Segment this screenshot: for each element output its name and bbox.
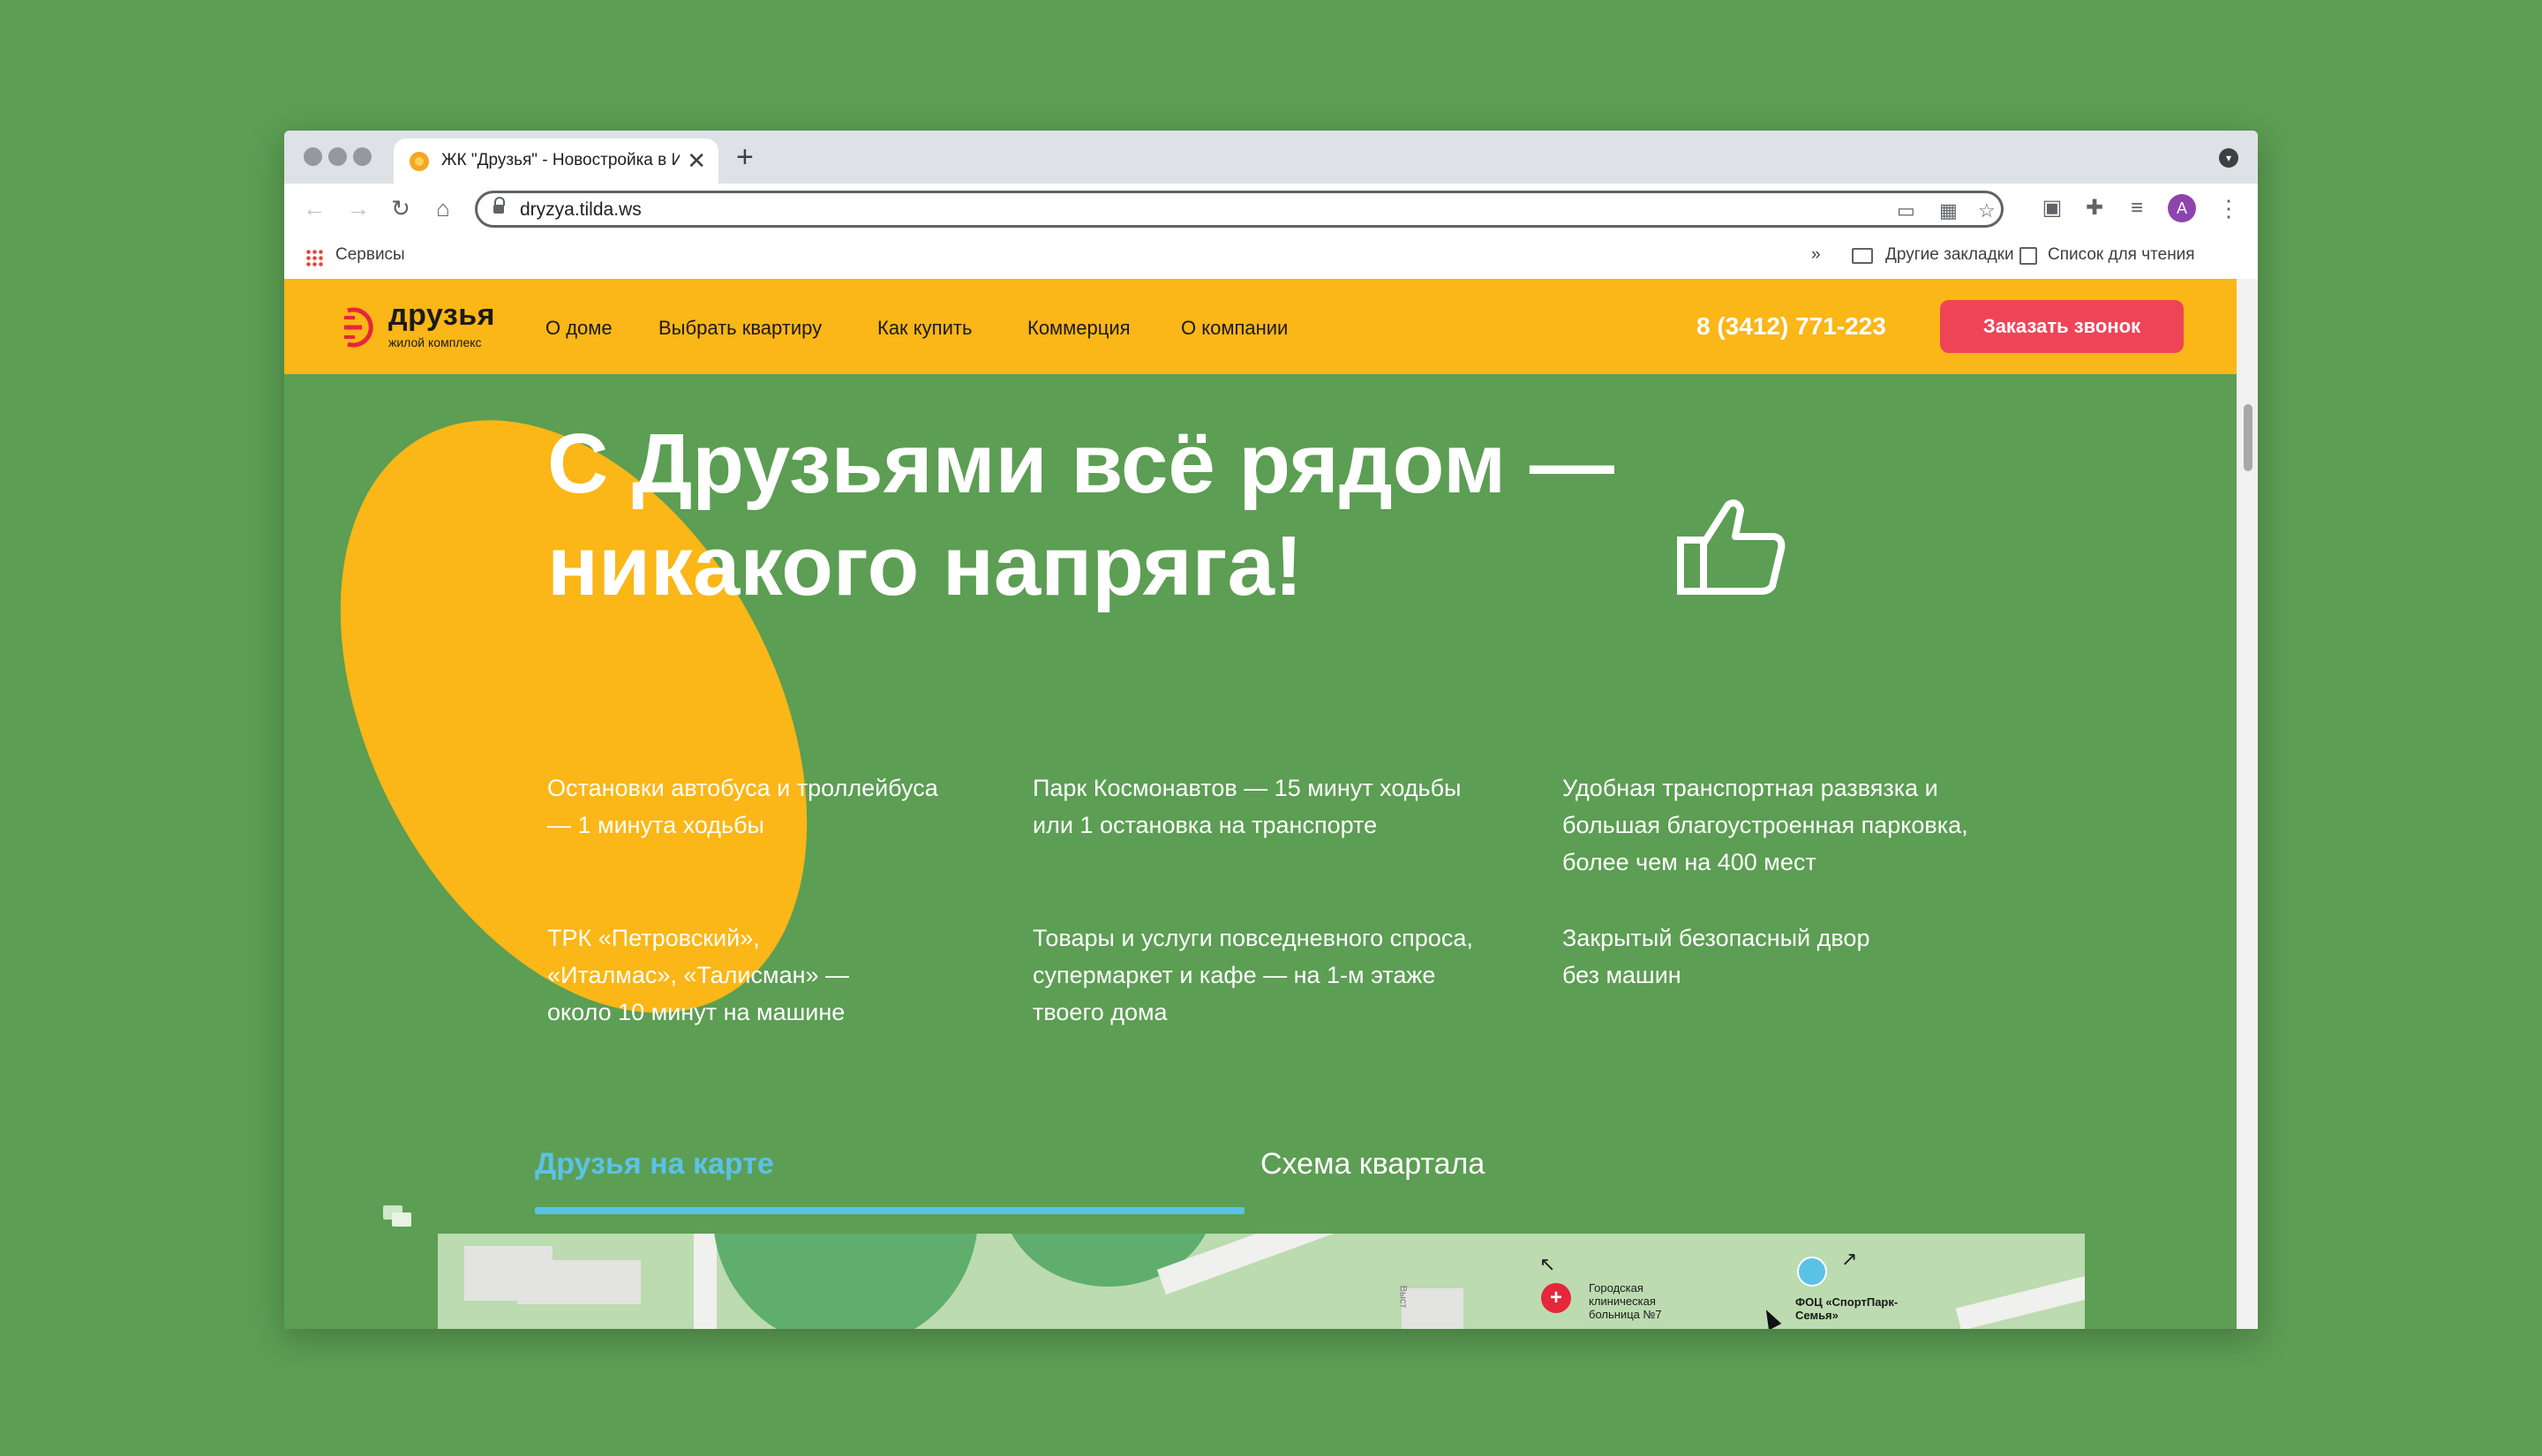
bookmarks-bar: Сервисы » Другие закладки Список для чте… bbox=[284, 233, 2258, 280]
bookmark-reading-list[interactable]: Список для чтения bbox=[2048, 245, 2195, 265]
map-street-label: Выст bbox=[1397, 1285, 1409, 1309]
tab-close-icon[interactable]: ✕ bbox=[687, 147, 706, 174]
address-bar[interactable]: dryzya.tilda.ws ▭ ▦ ☆ bbox=[475, 191, 2004, 228]
apps-grid-icon[interactable] bbox=[305, 249, 323, 266]
feature-line: около 10 минут на машине bbox=[547, 999, 846, 1025]
feature-line: — 1 минута ходьбы bbox=[547, 812, 764, 838]
lock-icon[interactable] bbox=[493, 197, 505, 214]
scrollbar-thumb[interactable] bbox=[2244, 404, 2252, 471]
map-park bbox=[713, 1234, 978, 1329]
nav-item-about-house[interactable]: О доме bbox=[545, 317, 613, 340]
feature-line: Остановки автобуса и троллейбуса bbox=[547, 775, 938, 801]
cast-icon[interactable]: ▭ bbox=[1897, 199, 1915, 222]
feature-line: Закрытый безопасный двор bbox=[1562, 925, 1870, 951]
hospital-icon[interactable]: + bbox=[1541, 1283, 1571, 1313]
profile-avatar[interactable]: A bbox=[2168, 194, 2196, 222]
feature-line: ТРК «Петровский», bbox=[547, 925, 760, 951]
location-map[interactable]: Выст ↖ + Городская клиническая больница … bbox=[438, 1234, 2085, 1329]
feature-line: «Италмас», «Талисман» — bbox=[547, 962, 850, 988]
nav-item-how-to-buy[interactable]: Как купить bbox=[877, 317, 972, 340]
sport-center-label: ФОЦ «СпортПарк- Семья» bbox=[1795, 1295, 1898, 1322]
feature-line: большая благоустроенная парковка, bbox=[1562, 812, 1968, 838]
nav-item-commerce[interactable]: Коммерция bbox=[1027, 317, 1131, 340]
reading-list-icon bbox=[2019, 247, 2037, 265]
feature-line: или 1 остановка на транспорте bbox=[1033, 812, 1378, 838]
nav-item-about-company[interactable]: О компании bbox=[1181, 317, 1288, 340]
tab-title: ЖК "Друзья" - Новостройка в Ижевске bbox=[441, 151, 680, 169]
page-scrollbar[interactable] bbox=[2237, 279, 2258, 1329]
feature-line: Товары и услуги повседневного спроса, bbox=[1033, 925, 1473, 951]
folder-icon bbox=[1852, 248, 1873, 264]
bookmarks-overflow-icon[interactable]: » bbox=[1811, 245, 1821, 265]
active-tab-underline bbox=[535, 1207, 1245, 1214]
window-minimize-dot[interactable] bbox=[328, 147, 347, 166]
forward-icon[interactable]: → bbox=[342, 192, 374, 224]
map-road bbox=[1156, 1234, 1515, 1295]
thumbs-up-icon bbox=[1677, 499, 1786, 595]
phone-number[interactable]: 8 (3412) 771-223 bbox=[1696, 312, 1886, 341]
browser-tab[interactable]: ЖК "Друзья" - Новостройка в Ижевске ✕ bbox=[394, 139, 718, 184]
label-line: Городская bbox=[1589, 1281, 1643, 1295]
hospital-label: Городская клиническая больница №7 bbox=[1589, 1281, 1662, 1321]
chat-widget-icon[interactable] bbox=[381, 1204, 413, 1230]
arrow-up-right-icon: ↗ bbox=[1841, 1248, 1858, 1270]
feature-line: без машин bbox=[1562, 962, 1681, 988]
logo-subtitle: жилой комплекс bbox=[388, 335, 482, 349]
browser-menu-icon[interactable]: ⋮ bbox=[2217, 192, 2240, 224]
media-control-icon[interactable]: ≡ bbox=[2122, 192, 2152, 224]
bookmark-other[interactable]: Другие закладки bbox=[1885, 245, 2014, 265]
feature-line: Парк Космонавтов — 15 минут ходьбы bbox=[1033, 775, 1462, 801]
label-line: больница №7 bbox=[1589, 1308, 1662, 1321]
map-building bbox=[517, 1260, 641, 1304]
tab-strip: ЖК "Друзья" - Новостройка в Ижевске ✕ + … bbox=[284, 131, 2258, 184]
favicon-icon bbox=[410, 152, 429, 171]
feature-shops: Товары и услуги повседневного спроса, су… bbox=[1033, 919, 1509, 1031]
extension-app-icon[interactable]: ▣ bbox=[2037, 192, 2067, 224]
reload-icon[interactable]: ↻ bbox=[385, 192, 417, 224]
nav-item-choose-apartment[interactable]: Выбрать квартиру bbox=[658, 317, 822, 340]
feature-bus-stop: Остановки автобуса и троллейбуса — 1 мин… bbox=[547, 769, 1024, 844]
tab-block-scheme[interactable]: Схема квартала bbox=[1260, 1147, 1485, 1182]
feature-line: более чем на 400 мест bbox=[1562, 849, 1816, 875]
browser-window: ЖК "Друзья" - Новостройка в Ижевске ✕ + … bbox=[284, 131, 2258, 1329]
bookmark-apps[interactable]: Сервисы bbox=[335, 245, 405, 265]
feature-line: супермаркет и кафе — на 1-м этаже bbox=[1033, 962, 1436, 988]
tab-friends-on-map[interactable]: Друзья на карте bbox=[535, 1147, 774, 1182]
feature-park: Парк Космонавтов — 15 минут ходьбы или 1… bbox=[1033, 769, 1509, 844]
label-line: Семья» bbox=[1795, 1309, 1839, 1322]
page-viewport: друзья жилой комплекс О доме Выбрать ква… bbox=[284, 279, 2237, 1329]
new-tab-icon[interactable]: + bbox=[736, 139, 754, 175]
back-icon[interactable]: ← bbox=[298, 192, 330, 224]
map-building bbox=[1402, 1288, 1463, 1329]
feature-line: твоего дома bbox=[1033, 999, 1168, 1025]
feature-malls: ТРК «Петровский», «Италмас», «Талисман» … bbox=[547, 919, 1024, 1031]
arrow-up-left-icon: ↖ bbox=[1539, 1253, 1556, 1275]
bookmark-star-icon[interactable]: ☆ bbox=[1978, 199, 1996, 222]
logo-mark-icon bbox=[344, 307, 373, 348]
home-icon[interactable]: ⌂ bbox=[427, 192, 459, 224]
map-road bbox=[694, 1234, 717, 1329]
browser-toolbar: ← → ↻ ⌂ dryzya.tilda.ws ▭ ▦ ☆ ▣ ✚ ≡ A ⋮ bbox=[284, 184, 2258, 233]
qr-code-icon[interactable]: ▦ bbox=[1939, 199, 1958, 222]
label-line: ФОЦ «СпортПарк- bbox=[1795, 1295, 1899, 1309]
extensions-puzzle-icon[interactable]: ✚ bbox=[2079, 192, 2110, 224]
feature-parking: Удобная транспортная развязка и большая … bbox=[1562, 769, 2039, 881]
window-zoom-dot[interactable] bbox=[353, 147, 372, 166]
site-header: друзья жилой комплекс О доме Выбрать ква… bbox=[284, 279, 2237, 374]
logo-name[interactable]: друзья bbox=[388, 298, 495, 333]
tab-search-icon[interactable]: ▾ bbox=[2219, 148, 2238, 168]
request-call-button[interactable]: Заказать звонок bbox=[1940, 300, 2184, 353]
feature-yard: Закрытый безопасный двор без машин bbox=[1562, 919, 2039, 994]
sport-center-icon[interactable] bbox=[1797, 1257, 1827, 1287]
feature-line: Удобная транспортная развязка и bbox=[1562, 775, 1938, 801]
label-line: клиническая bbox=[1589, 1295, 1656, 1308]
url-text[interactable]: dryzya.tilda.ws bbox=[520, 199, 642, 221]
map-road bbox=[1955, 1265, 2085, 1329]
window-close-dot[interactable] bbox=[304, 147, 322, 166]
